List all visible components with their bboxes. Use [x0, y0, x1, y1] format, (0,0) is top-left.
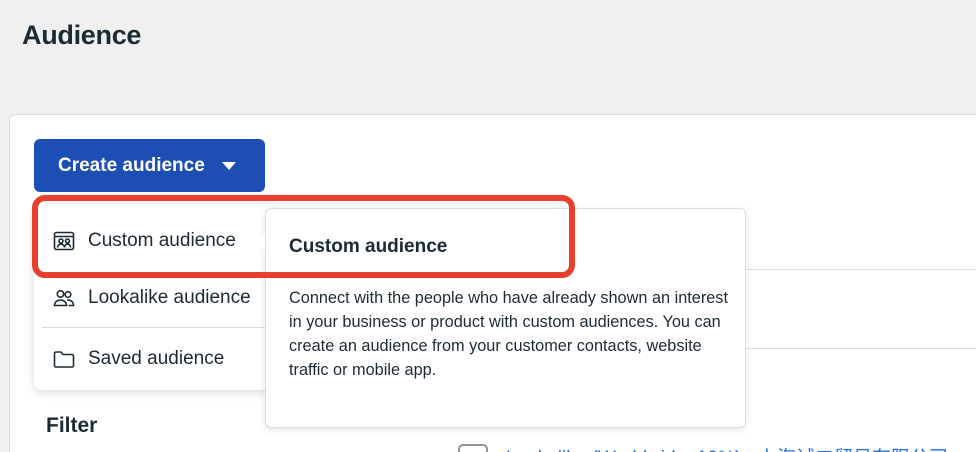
audience-row-link[interactable]: Lookalike (Worldwide, 10%) - 上海试二贸易有限公司	[506, 443, 948, 452]
tooltip-body: Connect with the people who have already…	[289, 289, 728, 379]
custom-audience-tooltip: Custom audience Connect with the people …	[265, 208, 746, 428]
menu-item-lookalike-audience[interactable]: Lookalike audience	[34, 270, 274, 326]
filter-heading: Filter	[46, 414, 98, 437]
custom-audience-icon	[52, 229, 76, 253]
menu-item-label: Saved audience	[88, 348, 225, 369]
folder-icon	[52, 347, 76, 371]
menu-item-label: Lookalike audience	[88, 287, 251, 308]
people-icon	[52, 286, 76, 310]
menu-item-saved-audience[interactable]: Saved audience	[34, 331, 274, 387]
row-checkbox[interactable]	[458, 444, 488, 452]
tooltip-title: Custom audience	[289, 236, 448, 257]
page-title: Audience	[22, 20, 142, 50]
create-audience-button[interactable]: Create audience	[34, 139, 265, 192]
menu-item-label: Custom audience	[88, 230, 236, 251]
tooltip-arrow	[254, 233, 265, 251]
create-audience-label: Create audience	[58, 154, 205, 176]
caret-down-icon	[221, 161, 236, 170]
create-audience-menu: Custom audience Lookalike audience Saved…	[34, 204, 274, 390]
menu-item-custom-audience[interactable]: Custom audience	[34, 213, 274, 269]
menu-divider	[42, 327, 274, 328]
